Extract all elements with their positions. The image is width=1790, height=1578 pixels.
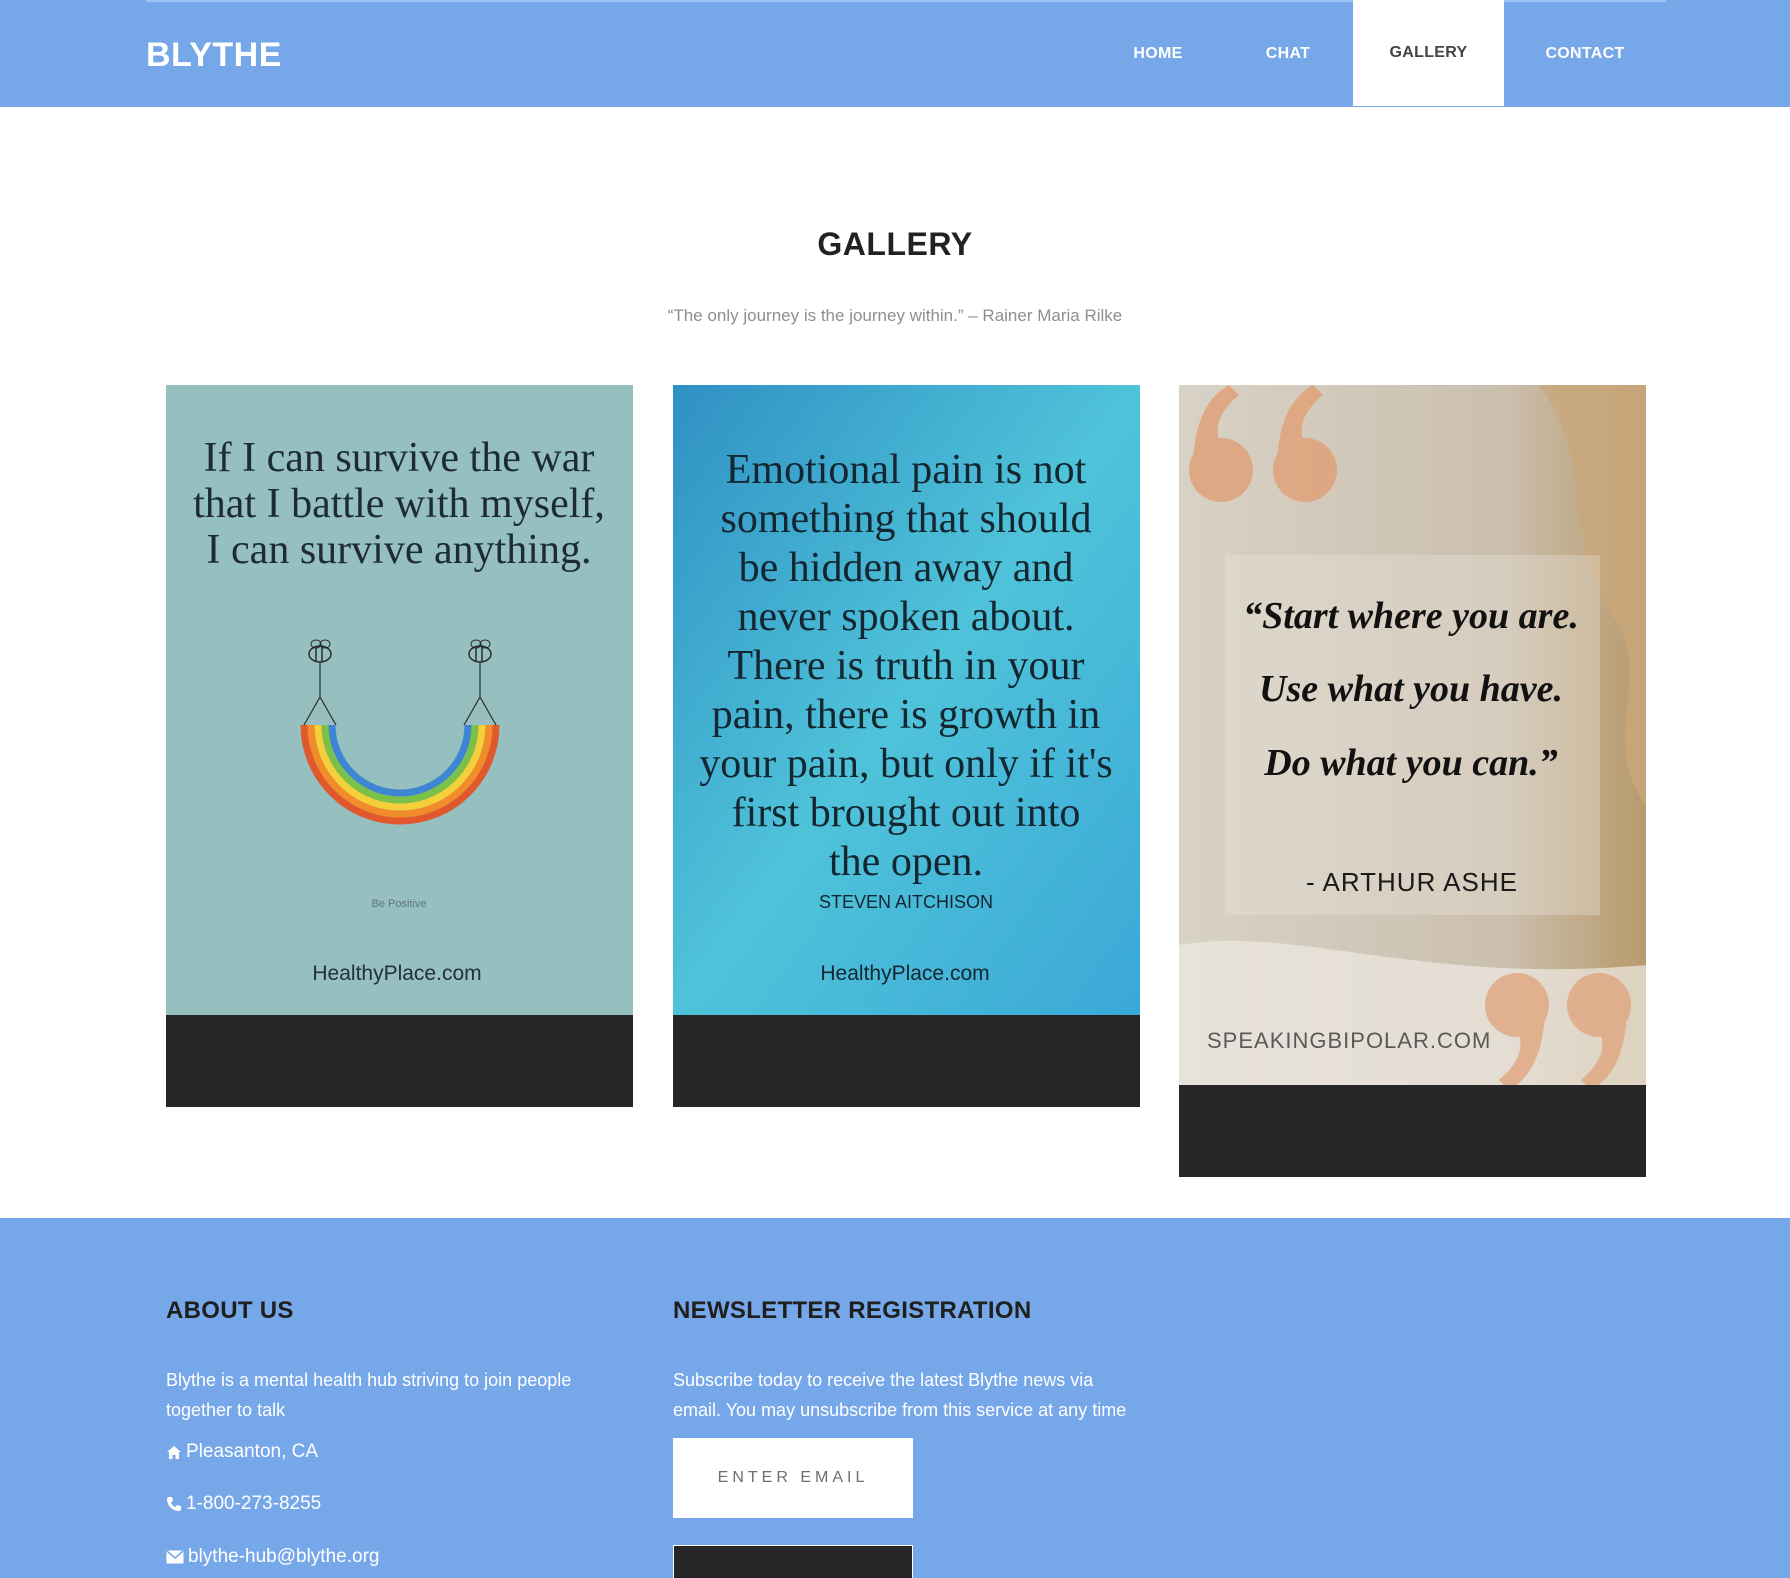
card2-line-8: first brought out into bbox=[732, 790, 1081, 836]
gallery-image-2-graphic: Emotional pain is not something that sho… bbox=[673, 385, 1140, 1015]
card3-source: SPEAKINGBIPOLAR.COM bbox=[1207, 1028, 1491, 1053]
card2-line-3: be hidden away and bbox=[739, 545, 1074, 591]
page-title: GALLERY bbox=[817, 226, 973, 262]
gallery-image-1-graphic: If I can survive the war that I battle w… bbox=[166, 385, 633, 1015]
phone-text[interactable]: 1-800-273-8255 bbox=[186, 1493, 321, 1515]
card2-line-2: something that should bbox=[721, 496, 1092, 542]
card3-author: - ARTHUR ASHE bbox=[1306, 867, 1518, 897]
phone-line: 1-800-273-8255 bbox=[166, 1493, 321, 1515]
email-text[interactable]: blythe-hub@blythe.org bbox=[188, 1546, 379, 1568]
nav-home[interactable]: HOME bbox=[1112, 0, 1204, 107]
card3-line-3: Do what you can.” bbox=[1263, 742, 1557, 784]
envelope-icon bbox=[166, 1550, 184, 1564]
nav-gallery[interactable]: GALLERY bbox=[1353, 0, 1504, 107]
gallery-card-2[interactable]: Emotional pain is not something that sho… bbox=[673, 385, 1140, 1107]
gallery-image-1[interactable]: If I can survive the war that I battle w… bbox=[166, 385, 633, 1015]
page-quote: “The only journey is the journey within.… bbox=[667, 306, 1123, 325]
card1-line-2: that I battle with myself, bbox=[193, 481, 605, 527]
location-text: Pleasanton, CA bbox=[186, 1441, 319, 1462]
newsletter-submit-button[interactable] bbox=[673, 1545, 913, 1578]
gallery-card-1[interactable]: If I can survive the war that I battle w… bbox=[166, 385, 633, 1107]
card1-caption: Be Positive bbox=[371, 898, 426, 910]
gallery-card-3[interactable]: “Start where you are. Use what you have.… bbox=[1179, 385, 1646, 1177]
card2-author: STEVEN AITCHISON bbox=[819, 892, 993, 912]
card2-line-6: pain, there is growth in bbox=[712, 692, 1100, 738]
nav-contact[interactable]: CONTACT bbox=[1530, 0, 1640, 107]
card1-line-1: If I can survive the war bbox=[204, 435, 595, 481]
nav-chat[interactable]: CHAT bbox=[1245, 0, 1331, 107]
about-us-text: Blythe is a mental health hub striving t… bbox=[166, 1370, 572, 1420]
newsletter-email-input[interactable] bbox=[673, 1438, 913, 1518]
card2-line-1: Emotional pain is not bbox=[726, 447, 1087, 493]
card2-line-7: your pain, but only if it's bbox=[699, 741, 1113, 787]
card1-line-3: I can survive anything. bbox=[207, 527, 592, 573]
newsletter-text: Subscribe today to receive the latest Bl… bbox=[673, 1370, 1127, 1420]
brand-logo[interactable]: BLYTHE bbox=[146, 36, 282, 75]
gallery-image-3[interactable]: “Start where you are. Use what you have.… bbox=[1179, 385, 1646, 1085]
gallery-image-3-graphic: “Start where you are. Use what you have.… bbox=[1179, 385, 1646, 1085]
card3-line-1: “Start where you are. bbox=[1243, 595, 1579, 637]
home-icon bbox=[167, 1445, 181, 1459]
card2-line-4: never spoken about. bbox=[737, 594, 1074, 640]
card1-source: HealthyPlace.com bbox=[312, 962, 481, 985]
phone-icon bbox=[167, 1497, 181, 1511]
location-line: Pleasanton, CA bbox=[166, 1441, 318, 1463]
about-us-title: ABOUT US bbox=[166, 1297, 294, 1324]
gallery-image-2[interactable]: Emotional pain is not something that sho… bbox=[673, 385, 1140, 1015]
card2-line-9: the open. bbox=[829, 839, 983, 885]
newsletter-title: NEWSLETTER REGISTRATION bbox=[673, 1297, 1032, 1324]
site-header: BLYTHE HOME CHAT GALLERY CONTACT bbox=[0, 0, 1790, 107]
card2-line-5: There is truth in your bbox=[728, 643, 1085, 689]
card2-source: HealthyPlace.com bbox=[820, 962, 989, 985]
card3-line-2: Use what you have. bbox=[1259, 668, 1563, 710]
email-line: blythe-hub@blythe.org bbox=[166, 1546, 379, 1568]
